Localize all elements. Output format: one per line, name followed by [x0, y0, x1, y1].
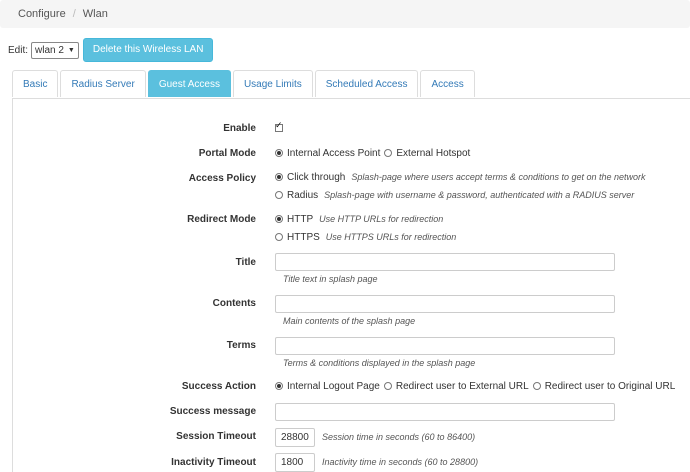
original-url-label: Redirect user to Original URL	[544, 381, 676, 392]
breadcrumb: Configure / Wlan	[0, 0, 690, 28]
inactivity-timeout-help: Inactivity time in seconds (60 to 28800)	[322, 457, 479, 467]
tab-usage-limits[interactable]: Usage Limits	[232, 70, 313, 97]
click-through-label: Click through	[287, 172, 346, 183]
radius-label: Radius	[287, 190, 319, 201]
tab-radius-server[interactable]: Radius Server	[60, 70, 146, 97]
contents-label: Contents	[212, 298, 256, 309]
https-radio[interactable]	[275, 233, 283, 241]
wlan-select-value: wlan 2	[35, 44, 64, 56]
redirect-https-row: HTTPS Use HTTPS URLs for redirection	[275, 232, 456, 243]
tab-basic[interactable]: Basic	[12, 70, 59, 97]
http-label: HTTP	[287, 214, 314, 225]
edit-row: Edit: wlan 2 ▼ Delete this Wireless LAN	[8, 38, 214, 62]
inactivity-timeout-input[interactable]: 1800	[275, 453, 315, 472]
radius-radio[interactable]	[275, 191, 283, 199]
https-help: Use HTTPS URLs for redirection	[325, 232, 457, 242]
breadcrumb-separator: /	[72, 8, 76, 20]
terms-label: Terms	[226, 340, 256, 351]
redirect-mode-label: Redirect Mode	[187, 214, 256, 225]
tab-access[interactable]: Access	[420, 70, 475, 97]
terms-help: Terms & conditions displayed in the spla…	[283, 358, 476, 368]
inactivity-timeout-label: Inactivity Timeout	[171, 457, 256, 468]
http-radio[interactable]	[275, 215, 283, 223]
edit-label: Edit:	[8, 44, 29, 56]
session-timeout-input[interactable]: 28800	[275, 428, 315, 447]
click-through-help: Splash-page where users accept terms & c…	[351, 172, 646, 182]
title-help: Title text in splash page	[283, 274, 378, 284]
caret-down-icon: ▼	[67, 46, 75, 54]
session-timeout-help-wrap: Session time in seconds (60 to 86400)	[316, 432, 475, 443]
logout-page-label: Internal Logout Page	[287, 381, 380, 392]
title-input[interactable]	[275, 253, 615, 271]
portal-internal-label: Internal Access Point	[287, 148, 381, 159]
success-message-input[interactable]	[275, 403, 615, 421]
enable-field	[275, 121, 283, 134]
portal-external-radio[interactable]	[384, 149, 393, 157]
contents-help: Main contents of the splash page	[283, 316, 416, 326]
original-url-radio[interactable]	[532, 382, 541, 390]
radius-help: Splash-page with username & password, au…	[324, 190, 635, 200]
success-message-label: Success message	[169, 406, 256, 417]
terms-input[interactable]	[275, 337, 615, 355]
title-label: Title	[235, 257, 256, 268]
tab-bar: Basic Radius Server Guest Access Usage L…	[12, 70, 690, 99]
external-url-radio[interactable]	[383, 382, 392, 390]
access-policy-label: Access Policy	[188, 173, 256, 184]
portal-mode-field: Internal Access Point External Hotspot	[275, 148, 470, 159]
access-policy-click-row: Click through Splash-page where users acc…	[275, 172, 646, 183]
portal-internal-radio[interactable]	[275, 149, 283, 157]
breadcrumb-wlan: Wlan	[82, 8, 108, 20]
inactivity-timeout-help-wrap: Inactivity time in seconds (60 to 28800)	[316, 457, 478, 468]
access-policy-radius-row: Radius Splash-page with username & passwo…	[275, 190, 634, 201]
redirect-http-row: HTTP Use HTTP URLs for redirection	[275, 214, 443, 225]
delete-wlan-button[interactable]: Delete this Wireless LAN	[82, 38, 214, 62]
success-action-field: Internal Logout Page Redirect user to Ext…	[275, 381, 675, 392]
success-action-label: Success Action	[181, 381, 256, 392]
session-timeout-label: Session Timeout	[176, 431, 256, 442]
tab-guest-access[interactable]: Guest Access	[147, 70, 231, 97]
external-url-label: Redirect user to External URL	[395, 381, 529, 392]
portal-mode-label: Portal Mode	[198, 148, 256, 159]
logout-page-radio[interactable]	[275, 382, 283, 390]
https-label: HTTPS	[287, 232, 320, 243]
portal-external-label: External Hotspot	[396, 148, 471, 159]
enable-checkbox[interactable]	[275, 121, 283, 132]
session-timeout-help: Session time in seconds (60 to 86400)	[322, 432, 476, 442]
http-help: Use HTTP URLs for redirection	[319, 214, 444, 224]
click-through-radio[interactable]	[275, 173, 283, 181]
wlan-select[interactable]: wlan 2 ▼	[31, 41, 79, 59]
breadcrumb-configure[interactable]: Configure	[18, 8, 66, 20]
tab-scheduled-access[interactable]: Scheduled Access	[314, 70, 419, 97]
contents-input[interactable]	[275, 295, 615, 313]
enable-label: Enable	[223, 123, 256, 134]
